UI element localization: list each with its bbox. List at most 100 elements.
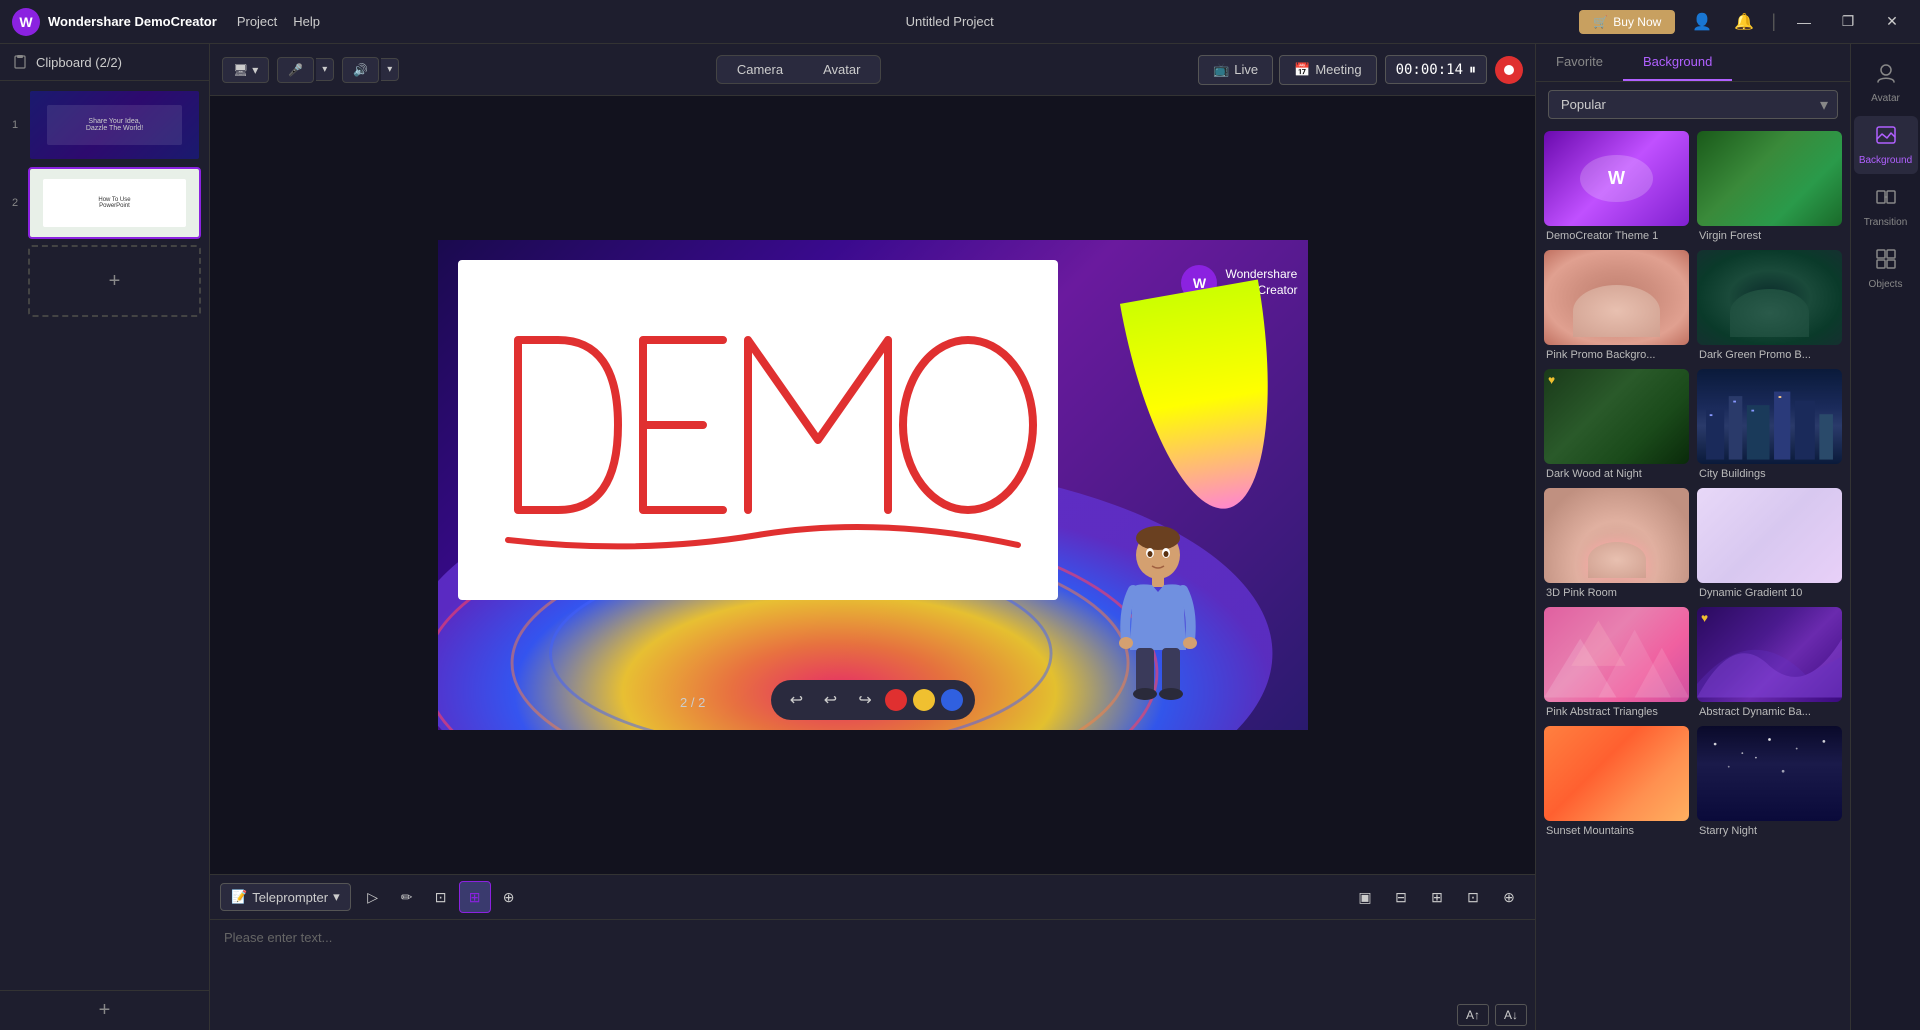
main-container: Clipboard (2/2) 1 Share Your Idea,Dazzle… [0, 44, 1920, 1030]
side-icon-avatar[interactable]: Avatar [1854, 54, 1918, 112]
font-decrease-button[interactable]: A↓ [1495, 1004, 1527, 1026]
mic-button[interactable]: 🎤 [277, 57, 314, 83]
layout-4-button[interactable]: ⊡ [1457, 881, 1489, 913]
left-panel: Clipboard (2/2) 1 Share Your Idea,Dazzle… [0, 44, 210, 1030]
color-yellow[interactable] [913, 689, 935, 711]
avatar-svg [1108, 520, 1208, 700]
draw-tool-button[interactable]: ⊞ [459, 881, 491, 913]
minimize-button[interactable]: — [1788, 6, 1820, 38]
bg-item-dark-wood[interactable]: ♥ Dark Wood at Night [1544, 369, 1689, 480]
mic-tools-group: 🎤 ▾ [277, 57, 334, 83]
meeting-icon: 📅 [1294, 62, 1310, 78]
teleprompter-input[interactable]: Please enter text... [210, 920, 1535, 1000]
side-icon-transition[interactable]: Transition [1854, 178, 1918, 236]
objects-icon-label: Objects [1869, 279, 1903, 290]
font-increase-button[interactable]: A↑ [1457, 1004, 1489, 1026]
bg-img-dynamic-gradient [1697, 488, 1842, 583]
layout-5-button[interactable]: ⊕ [1493, 881, 1525, 913]
notification-icon-button[interactable]: 🔔 [1729, 7, 1759, 37]
undo-button[interactable]: ↩ [783, 686, 811, 714]
color-blue[interactable] [941, 689, 963, 711]
pause-button[interactable]: ⏸ [1469, 61, 1476, 78]
bg-item-virgin-forest[interactable]: Virgin Forest [1697, 131, 1842, 242]
teleprompter-label[interactable]: 📝 Teleprompter ▾ [220, 883, 351, 911]
tab-background[interactable]: Background [1623, 44, 1732, 81]
bg-filter-select[interactable]: Popular Abstract Nature Business Holiday [1548, 90, 1838, 119]
screen-tool-button[interactable]: 🖥 ▾ [222, 57, 269, 83]
play-tool-button[interactable]: ▷ [357, 881, 389, 913]
side-icons-panel: Avatar Background [1850, 44, 1920, 1030]
bg-img-3d-pink-room [1544, 488, 1689, 583]
stamp-tool-button[interactable]: ⊕ [493, 881, 525, 913]
clipboard-label: Clipboard (2/2) [36, 55, 122, 70]
bg-img-pink-promo [1544, 250, 1689, 345]
slide-thumbnail-2[interactable]: How To UsePowerPoint [28, 167, 201, 239]
restore-button[interactable]: ❐ [1832, 6, 1864, 38]
audio-button[interactable]: 🔊 [342, 57, 379, 83]
bg-label-abstract-dynamic: Abstract Dynamic Ba... [1697, 706, 1842, 718]
bg-filter-wrapper: Popular Abstract Nature Business Holiday… [1548, 90, 1838, 119]
clear-button[interactable]: ↩ [851, 686, 879, 714]
menu-project[interactable]: Project [237, 14, 277, 29]
titlebar-separator: | [1771, 11, 1776, 32]
text-tool-button[interactable]: ⊡ [425, 881, 457, 913]
layout-1-button[interactable]: ▣ [1349, 881, 1381, 913]
bg-item-city-buildings[interactable]: City Buildings [1697, 369, 1842, 480]
bg-item-3d-pink-room[interactable]: 3D Pink Room [1544, 488, 1689, 599]
close-button[interactable]: ✕ [1876, 6, 1908, 38]
bg-item-pink-promo[interactable]: Pink Promo Backgro... [1544, 250, 1689, 361]
bg-item-democreator[interactable]: W DemoCreator Theme 1 [1544, 131, 1689, 242]
main-toolbar: 🖥 ▾ 🎤 ▾ 🔊 ▾ Camera Avatar [210, 44, 1535, 96]
slide-thumbnail-2-inner: How To UsePowerPoint [30, 169, 199, 237]
slide-thumbnail-1[interactable]: Share Your Idea,Dazzle The World! [28, 89, 201, 161]
bg-item-dynamic-gradient[interactable]: Dynamic Gradient 10 [1697, 488, 1842, 599]
slide-item-add: + [8, 245, 201, 317]
drawing-tools-bar: ↩ ↩ ↩ [771, 680, 975, 720]
side-icon-background[interactable]: Background [1854, 116, 1918, 174]
add-clipboard-button[interactable]: + [99, 999, 111, 1022]
layout-2-button[interactable]: ⊟ [1385, 881, 1417, 913]
live-button[interactable]: 📺 Live [1198, 55, 1273, 85]
bg-item-sunset[interactable]: Sunset Mountains [1544, 726, 1689, 837]
color-red[interactable] [885, 689, 907, 711]
bg-img-sunset [1544, 726, 1689, 821]
bg-label-virgin-forest: Virgin Forest [1697, 230, 1842, 242]
slides-list: 1 Share Your Idea,Dazzle The World! 2 Ho… [0, 81, 209, 990]
app-logo: W [12, 8, 40, 36]
city-svg [1697, 369, 1842, 464]
transition-icon [1875, 186, 1897, 214]
bg-label-3d-pink-room: 3D Pink Room [1544, 587, 1689, 599]
bg-label-starry: Starry Night [1697, 825, 1842, 837]
bg-img-starry [1697, 726, 1842, 821]
bg-item-starry[interactable]: Starry Night [1697, 726, 1842, 837]
teleprompter-tools: ▷ ✏ ⊡ ⊞ ⊕ [357, 881, 525, 913]
audio-dropdown-button[interactable]: ▾ [381, 58, 399, 81]
live-meeting-group: 📺 Live 📅 Meeting [1198, 55, 1376, 85]
side-icon-objects[interactable]: Objects [1854, 240, 1918, 298]
account-icon-button[interactable]: 👤 [1687, 7, 1717, 37]
layout-3-button[interactable]: ⊞ [1421, 881, 1453, 913]
clipboard-icon [12, 54, 28, 70]
buy-now-button[interactable]: 🛒 Buy Now [1579, 10, 1675, 34]
camera-button[interactable]: Camera [717, 56, 803, 83]
bg-thumb-dark-green-promo [1697, 250, 1842, 345]
bg-item-abstract-dynamic[interactable]: ♥ Abstract Dynamic Ba... [1697, 607, 1842, 718]
pen-tool-button[interactable]: ✏ [391, 881, 423, 913]
bg-label-dark-wood: Dark Wood at Night [1544, 468, 1689, 480]
bg-item-pink-abstract[interactable]: Pink Abstract Triangles [1544, 607, 1689, 718]
tab-favorite[interactable]: Favorite [1536, 44, 1623, 81]
preview-canvas: W Wondershare DemoCreator [438, 240, 1308, 730]
record-button[interactable] [1495, 56, 1523, 84]
menu-help[interactable]: Help [293, 14, 320, 29]
bg-thumb-sunset [1544, 726, 1689, 821]
mic-dropdown-button[interactable]: ▾ [316, 58, 334, 81]
transition-icon-label: Transition [1864, 217, 1908, 228]
bottom-add-area: + [0, 990, 209, 1030]
redo-button[interactable]: ↩ [817, 686, 845, 714]
bg-item-dark-green-promo[interactable]: Dark Green Promo B... [1697, 250, 1842, 361]
avatar-mode-button[interactable]: Avatar [803, 56, 880, 83]
teleprompter-bar: 📝 Teleprompter ▾ ▷ ✏ ⊡ ⊞ ⊕ ▣ ⊟ ⊞ ⊡ [210, 874, 1535, 1030]
timer-area: 00:00:14 ⏸ [1385, 55, 1487, 84]
add-slide-button[interactable]: + [28, 245, 201, 317]
meeting-button[interactable]: 📅 Meeting [1279, 55, 1376, 85]
